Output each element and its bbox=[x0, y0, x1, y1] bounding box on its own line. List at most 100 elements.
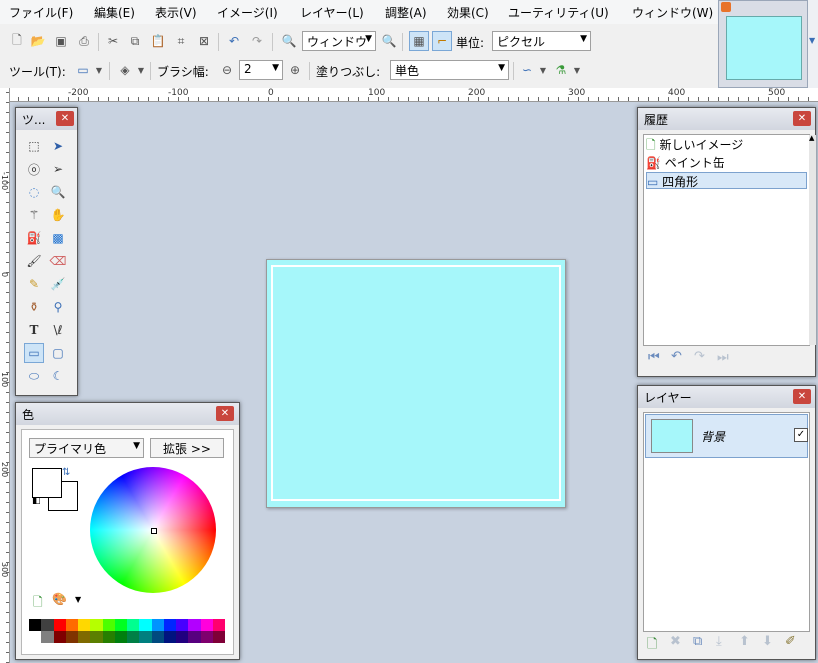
close-icon[interactable]: ✕ bbox=[216, 406, 234, 421]
close-icon[interactable]: ✕ bbox=[793, 111, 811, 126]
rounded-rectangle-icon[interactable]: ▢ bbox=[48, 343, 68, 363]
fill-combo[interactable]: 単色 ▼ bbox=[390, 60, 509, 80]
layer-visible-checkbox[interactable]: ✓ bbox=[794, 428, 808, 442]
shape-type-icon[interactable]: ◈ bbox=[116, 61, 134, 79]
pencil-icon[interactable]: ✎ bbox=[24, 274, 44, 294]
palette-swatch[interactable] bbox=[53, 631, 66, 643]
move-layer-up-icon[interactable]: ⬆ bbox=[739, 634, 750, 649]
rectangle-tool-icon[interactable]: ▭ bbox=[72, 61, 94, 79]
zoom-icon[interactable]: 🔍 bbox=[48, 182, 68, 202]
palette-swatch[interactable] bbox=[212, 619, 225, 631]
image-thumbnail[interactable] bbox=[726, 16, 802, 80]
move-selection-icon[interactable]: ➤ bbox=[48, 136, 68, 156]
palette-swatch[interactable] bbox=[127, 631, 140, 643]
primary-color-swatch[interactable] bbox=[32, 468, 62, 498]
eraser-icon[interactable]: ⌫ bbox=[48, 251, 68, 271]
menu-edit[interactable]: 編集(E) bbox=[94, 4, 135, 21]
palette-swatch[interactable] bbox=[151, 619, 164, 631]
palette-swatch[interactable] bbox=[29, 619, 42, 631]
palette-swatch[interactable] bbox=[114, 631, 127, 643]
lasso-select-icon[interactable]: ⓞ bbox=[24, 159, 44, 179]
add-layer-icon[interactable]: 🗋 bbox=[647, 635, 657, 657]
menu-utility[interactable]: ユーティリティ(U) bbox=[508, 4, 609, 21]
menu-effects[interactable]: 効果(C) bbox=[447, 4, 489, 21]
palette-swatch[interactable] bbox=[176, 631, 189, 643]
rewind-icon[interactable]: ⏮ bbox=[648, 350, 660, 365]
palette-swatch[interactable] bbox=[151, 631, 164, 643]
palette-swatch[interactable] bbox=[200, 631, 213, 643]
duplicate-layer-icon[interactable]: ⧉ bbox=[693, 634, 702, 649]
fast-forward-icon[interactable]: ⏭ bbox=[717, 350, 729, 365]
chevron-up-icon[interactable]: ▲ bbox=[809, 134, 814, 142]
merge-layer-icon[interactable]: ⤓ bbox=[716, 634, 722, 649]
open-file-icon[interactable]: 📂 bbox=[29, 32, 47, 50]
unit-combo[interactable]: ピクセル ▼ bbox=[492, 31, 591, 51]
antialias-icon[interactable]: ∽ bbox=[518, 61, 536, 79]
line-curve-icon[interactable]: \ℓ bbox=[48, 320, 68, 340]
palette-swatch[interactable] bbox=[53, 619, 66, 631]
history-item[interactable]: 🗋 新しいイメージ bbox=[646, 136, 807, 153]
chevron-down-icon[interactable]: ▼ bbox=[75, 595, 81, 604]
pan-hand-icon[interactable]: ✋ bbox=[48, 205, 68, 225]
move-selected-icon[interactable]: ➢ bbox=[48, 159, 68, 179]
menu-window[interactable]: ウィンドウ(W) bbox=[632, 4, 713, 21]
layer-properties-icon[interactable]: ✐ bbox=[785, 634, 796, 649]
palette-swatch[interactable] bbox=[65, 631, 78, 643]
zoom-combo[interactable]: ウィンドウ ▼ bbox=[302, 31, 376, 51]
redo-icon[interactable]: ↷ bbox=[694, 349, 705, 364]
chevron-down-icon[interactable]: ▼ bbox=[538, 61, 548, 79]
palette-swatch[interactable] bbox=[163, 631, 176, 643]
deselect-icon[interactable]: ⊠ bbox=[195, 32, 213, 50]
menu-layer[interactable]: レイヤー(L) bbox=[300, 4, 364, 21]
palette-swatch[interactable] bbox=[163, 619, 176, 631]
new-file-icon[interactable]: 🗋 bbox=[8, 32, 26, 50]
add-palette-color-icon[interactable]: 🗋 bbox=[33, 593, 43, 614]
reset-colors-icon[interactable]: ◧ bbox=[32, 496, 41, 506]
chevron-down-icon[interactable]: ▼ bbox=[809, 36, 815, 45]
zoom-in-icon[interactable]: 🔍 bbox=[380, 32, 398, 50]
palette-swatch[interactable] bbox=[65, 619, 78, 631]
save-icon[interactable]: ▣ bbox=[52, 32, 70, 50]
palette-swatch[interactable] bbox=[41, 619, 54, 631]
text-tool-icon[interactable]: T bbox=[24, 320, 44, 340]
history-item[interactable]: ▭ 四角形 bbox=[646, 172, 807, 189]
undo-icon[interactable]: ↶ bbox=[671, 349, 682, 364]
ellipse-select-icon[interactable]: ◌ bbox=[24, 182, 44, 202]
palette-swatch[interactable] bbox=[188, 619, 201, 631]
palette-menu-icon[interactable]: 🎨 bbox=[52, 592, 67, 606]
gradient-icon[interactable]: ▩ bbox=[48, 228, 68, 248]
palette-swatch[interactable] bbox=[212, 631, 225, 643]
close-icon[interactable]: ✕ bbox=[56, 111, 74, 126]
palette-swatch[interactable] bbox=[188, 631, 201, 643]
crop-icon[interactable]: ⌗ bbox=[172, 32, 190, 50]
brush-width-combo[interactable]: 2 ▼ bbox=[239, 60, 283, 80]
menu-view[interactable]: 表示(V) bbox=[155, 4, 197, 21]
palette-swatch[interactable] bbox=[78, 619, 91, 631]
paste-icon[interactable]: 📋 bbox=[149, 32, 167, 50]
palette-swatch[interactable] bbox=[139, 619, 152, 631]
paint-bucket-icon[interactable]: ⛽ bbox=[24, 228, 44, 248]
blend-mode-icon[interactable]: ⚗ bbox=[552, 61, 570, 79]
print-icon[interactable]: ⎙ bbox=[75, 32, 93, 50]
paintbrush-icon[interactable]: 🖌 bbox=[24, 251, 44, 271]
menu-file[interactable]: ファイル(F) bbox=[9, 4, 73, 21]
move-layer-down-icon[interactable]: ⬇ bbox=[762, 634, 773, 649]
copy-icon[interactable]: ⧉ bbox=[126, 32, 144, 50]
palette-swatch[interactable] bbox=[41, 631, 54, 643]
layer-row[interactable]: 背景 ✓ bbox=[645, 414, 808, 458]
chevron-down-icon[interactable]: ▼ bbox=[572, 61, 582, 79]
history-scrollbar[interactable]: ▲ bbox=[809, 134, 816, 345]
close-icon[interactable]: ✕ bbox=[793, 389, 811, 404]
redo-icon[interactable]: ↷ bbox=[248, 32, 266, 50]
menu-image[interactable]: イメージ(I) bbox=[217, 4, 278, 21]
palette-swatch[interactable] bbox=[29, 631, 42, 643]
rectangle-tool-icon[interactable]: ▭ bbox=[24, 343, 44, 363]
chevron-down-icon[interactable]: ▼ bbox=[94, 61, 104, 79]
thumbnail-scrollbar[interactable]: ▼ bbox=[808, 0, 818, 88]
increase-icon[interactable]: ⊕ bbox=[286, 61, 304, 79]
magic-wand-icon[interactable]: ⚚ bbox=[24, 205, 44, 225]
palette-swatch[interactable] bbox=[90, 619, 103, 631]
delete-layer-icon[interactable]: ✖ bbox=[670, 634, 681, 649]
recolor-icon[interactable]: ⚲ bbox=[48, 297, 68, 317]
swap-colors-icon[interactable]: ⇅ bbox=[62, 467, 70, 478]
